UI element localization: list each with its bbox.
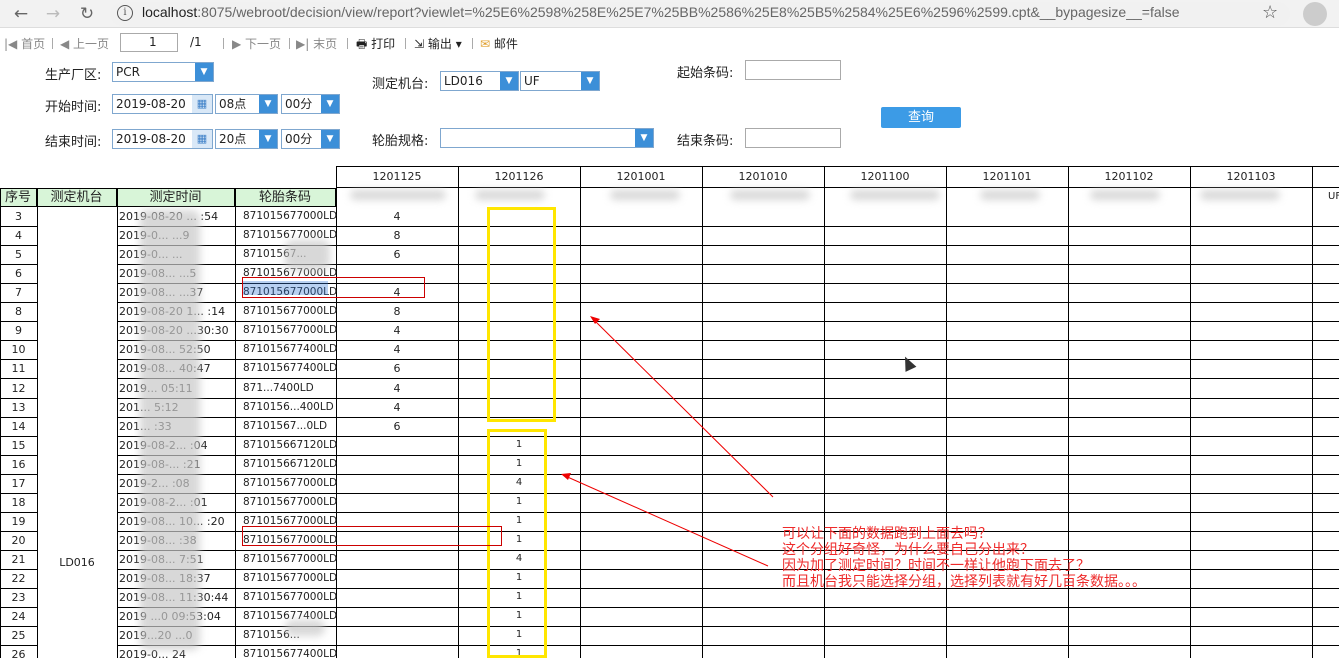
- arrow-line: [591, 317, 774, 498]
- annotation-arrows: [561, 316, 774, 567]
- arrow-line: [562, 474, 769, 567]
- arrow-head: [590, 316, 600, 324]
- arrow-head: [561, 473, 571, 480]
